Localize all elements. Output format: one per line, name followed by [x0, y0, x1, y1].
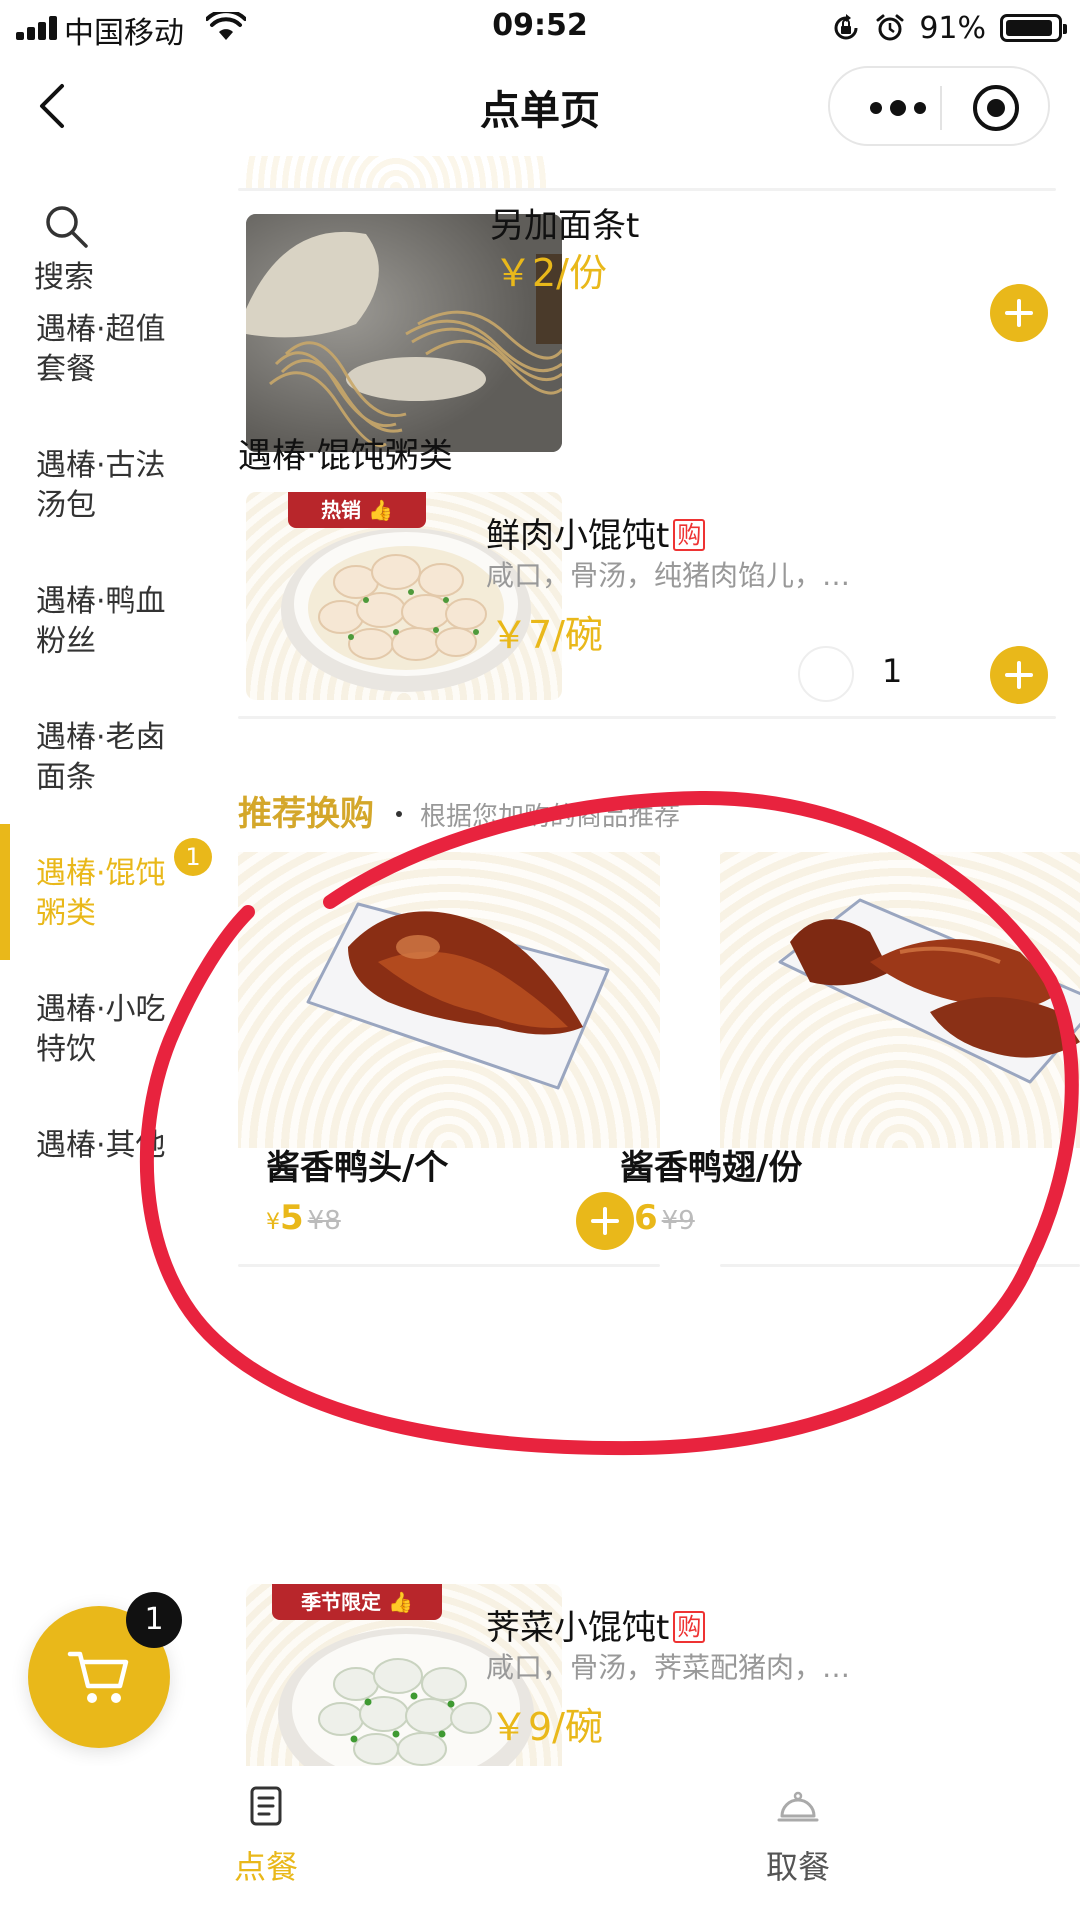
miniapp-capsule — [828, 66, 1050, 146]
battery-icon — [1000, 14, 1067, 42]
category-label: 套餐 — [36, 352, 96, 387]
dish-description: 咸口，骨汤，纯猪肉馅儿，… — [486, 559, 851, 592]
ribbon-label: 季节限定 — [301, 1590, 382, 1614]
sidebar-item-duck-blood-vermicelli[interactable]: 遇椿·鸭血 粉丝 — [0, 582, 220, 662]
category-label: 粉丝 — [36, 624, 96, 659]
cart-icon — [67, 1651, 129, 1703]
recommend-header: 推荐换购 根据您加购的商品推荐 — [238, 786, 680, 835]
add-to-cart-button[interactable] — [990, 284, 1048, 342]
dish-name: 另加面条t — [490, 206, 640, 246]
more-icon[interactable] — [866, 90, 930, 126]
category-label: 遇椿·古法 — [36, 448, 166, 483]
recommend-item-name: 酱香鸭头/个 — [266, 1148, 449, 1188]
sidebar-item-combo[interactable]: 遇椿·超值 套餐 — [0, 310, 220, 390]
tab-pickup[interactable]: 取餐 — [728, 1784, 868, 1888]
food-image-duck-head[interactable] — [238, 852, 660, 1148]
cart-count-badge: 1 — [126, 1592, 182, 1648]
sidebar-search[interactable]: 搜索 — [34, 202, 154, 296]
hot-sale-ribbon: 热销 👍 — [288, 492, 426, 528]
category-label: 粥类 — [36, 896, 96, 931]
alarm-icon — [876, 14, 904, 41]
category-sidebar: 搜索 遇椿·超值 套餐 遇椿·古法 汤包 遇椿·鸭血 粉丝 遇椿·老卤 面条 遇… — [0, 156, 220, 1766]
search-label: 搜索 — [34, 260, 94, 295]
sidebar-item-snacks-drinks[interactable]: 遇椿·小吃 特饮 — [0, 990, 220, 1070]
current-price: 5 — [280, 1198, 304, 1238]
currency-symbol: ¥ — [266, 1210, 280, 1235]
category-label: 遇椿·超值 — [36, 312, 166, 347]
recommend-subtitle: 根据您加购的商品推荐 — [420, 802, 681, 832]
category-label: 特饮 — [36, 1032, 96, 1067]
decrease-quantity-button[interactable] — [798, 646, 854, 702]
original-price: ¥9 — [661, 1206, 695, 1236]
card-divider — [238, 1264, 660, 1267]
card-divider — [238, 716, 1056, 719]
category-label: 汤包 — [36, 488, 96, 523]
dish-price: ￥9/碗 — [490, 1705, 603, 1749]
capsule-divider — [940, 86, 942, 130]
category-count-badge: 1 — [174, 838, 212, 876]
add-to-cart-button[interactable] — [990, 646, 1048, 704]
tab-label: 取餐 — [765, 1848, 830, 1886]
tab-order[interactable]: 点餐 — [196, 1784, 336, 1888]
current-price: 6 — [634, 1198, 658, 1238]
recommend-title: 推荐换购 — [238, 794, 374, 834]
sidebar-item-soup-dumplings[interactable]: 遇椿·古法 汤包 — [0, 446, 220, 526]
dish-name-row: 鲜肉小馄饨t 购 — [486, 508, 706, 557]
dish-name: 鲜肉小馄饨t — [486, 516, 670, 556]
dish-name: 荠菜小馄饨t — [486, 1608, 670, 1648]
dish-name-row: 荠菜小馄饨t 购 — [486, 1600, 706, 1649]
sidebar-item-braised-noodles[interactable]: 遇椿·老卤 面条 — [0, 718, 220, 798]
recommend-item-name: 酱香鸭翅/份 — [620, 1148, 803, 1188]
recommend-item-price: ¥6 ¥9 — [620, 1198, 695, 1238]
category-label: 遇椿·鸭血 — [36, 584, 166, 619]
purchase-tag: 购 — [673, 519, 706, 551]
seasonal-ribbon: 季节限定 👍 — [272, 1584, 442, 1620]
tab-label: 点餐 — [233, 1848, 298, 1886]
status-bar: 中国移动 09:52 91% — [0, 0, 1080, 56]
menu-list: 另加面条t ￥2/份 遇椿·馄饨粥类 热销 👍 鲜肉小馄饨t 购 咸口，骨汤，纯猪… — [220, 156, 1080, 1766]
category-label: 遇椿·小吃 — [36, 992, 166, 1027]
thumbs-up-icon: 👍 — [388, 1590, 413, 1614]
card-divider — [238, 188, 1056, 191]
section-heading: 遇椿·馄饨粥类 — [238, 436, 453, 476]
original-price: ¥8 — [307, 1206, 341, 1236]
card-divider — [720, 1264, 1080, 1267]
rotation-lock-icon — [834, 14, 858, 40]
sidebar-item-other[interactable]: 遇椿·其他 — [0, 1126, 220, 1166]
search-icon — [46, 206, 88, 248]
food-cloche-icon — [777, 1791, 819, 1822]
thumbs-up-icon: 👍 — [368, 498, 393, 522]
category-label: 遇椿·老卤 — [36, 720, 166, 755]
dish-price: ￥2/份 — [494, 251, 607, 295]
food-image-duck-wings[interactable] — [720, 852, 1080, 1148]
tab-bar: 点餐 取餐 — [0, 1766, 1080, 1920]
close-miniapp-icon[interactable] — [970, 82, 1022, 134]
separator-dot — [396, 811, 402, 817]
category-label: 遇椿·其他 — [36, 1128, 166, 1163]
food-image-partial — [246, 156, 546, 188]
dish-description: 咸口，骨汤，荠菜配猪肉，… — [486, 1651, 851, 1684]
currency-symbol: ¥ — [620, 1210, 634, 1235]
dish-price: ￥7/碗 — [490, 613, 603, 657]
category-label: 面条 — [36, 760, 96, 795]
recommend-item-price: ¥5 ¥8 — [266, 1198, 341, 1238]
battery-percent: 91% — [919, 10, 986, 46]
order-list-icon — [250, 1786, 282, 1826]
purchase-tag: 购 — [673, 1611, 706, 1643]
nav-bar: 点单页 — [0, 56, 1080, 156]
ribbon-label: 热销 — [321, 498, 362, 522]
quantity-value: 1 — [882, 652, 903, 690]
